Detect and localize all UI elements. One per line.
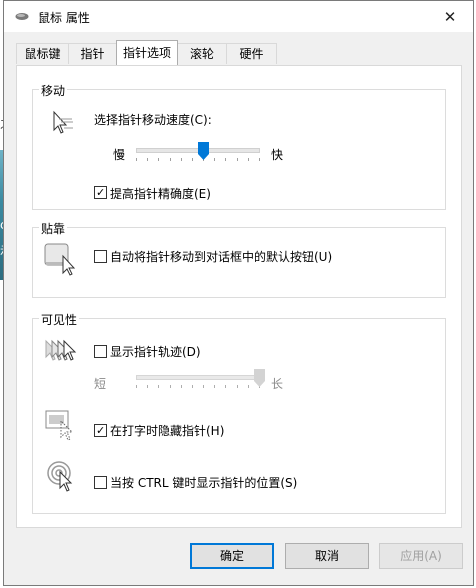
hide-while-typing-label: 在打字时隐藏指针(H) <box>110 424 225 438</box>
pointer-speed-icon <box>53 110 73 134</box>
snap-label: 自动将指针移动到对话框中的默认按钮(U) <box>110 250 333 264</box>
slider-tick <box>158 158 159 161</box>
snap-checkbox[interactable] <box>94 250 107 263</box>
slider-tick <box>147 385 148 388</box>
motion-group-title: 移动 <box>39 82 68 99</box>
slider-tick <box>192 158 193 161</box>
visibility-group-title: 可见性 <box>39 311 80 328</box>
tab-buttons[interactable]: 鼠标键 <box>16 43 69 64</box>
ok-button[interactable]: 确定 <box>190 543 274 569</box>
check-icon: ✓ <box>96 424 106 437</box>
slider-tick <box>225 385 226 388</box>
show-location-label: 当按 CTRL 键时显示指针的位置(S) <box>110 476 298 490</box>
snap-to-icon <box>44 243 76 276</box>
slider-tick <box>158 385 159 388</box>
slider-thumb[interactable] <box>254 369 265 387</box>
precision-label: 提高指针精确度(E) <box>110 187 211 201</box>
slider-tick <box>237 158 238 161</box>
tab-wheel[interactable]: 滚轮 <box>177 43 227 64</box>
slider-tick <box>237 385 238 388</box>
slider-tick <box>214 158 215 161</box>
pointer-speed-slider[interactable] <box>136 142 260 169</box>
slider-thumb[interactable] <box>198 142 209 160</box>
show-location-icon <box>47 461 73 492</box>
pointer-trails-icon <box>45 339 77 361</box>
slider-tick <box>203 385 204 388</box>
cancel-button[interactable]: 取消 <box>285 543 369 569</box>
trail-length-slider[interactable] <box>136 369 265 396</box>
slider-tick <box>248 385 249 388</box>
slider-tick <box>192 385 193 388</box>
mouse-properties-dialog: 鼠标 属性 ✕ 鼠标键 指针 指针选项 滚轮 硬件 移动 选择指针移动速度(C)… <box>3 0 474 586</box>
short-label: 短 <box>94 377 107 391</box>
tab-pointers[interactable]: 指针 <box>68 43 117 64</box>
trails-label: 显示指针轨迹(D) <box>110 345 201 359</box>
trails-checkbox[interactable] <box>94 345 107 358</box>
visibility-group: 可见性 显示指针轨迹(D) 短 长 ✓ 在打字时隐藏指针(H) 当按 CTRL … <box>32 311 446 514</box>
slider-tick <box>136 385 137 388</box>
fast-label: 快 <box>271 148 284 162</box>
hide-pointer-icon <box>45 410 74 441</box>
title-bar[interactable]: 鼠标 属性 ✕ <box>4 1 473 32</box>
tab-pointer-options[interactable]: 指针选项 <box>116 40 178 65</box>
slider-tick <box>147 158 148 161</box>
tab-hardware[interactable]: 硬件 <box>226 43 277 64</box>
slider-tick <box>170 158 171 161</box>
slider-tick <box>136 158 137 161</box>
slider-tick <box>170 385 171 388</box>
slider-tick <box>225 158 226 161</box>
slider-tick <box>259 158 260 161</box>
slow-label: 慢 <box>113 148 126 162</box>
close-icon: ✕ <box>443 7 457 26</box>
motion-group: 移动 选择指针移动速度(C): 慢 快 ✓ 提高指针精确度(E) <box>32 82 446 210</box>
slider-tick <box>181 158 182 161</box>
apply-button[interactable]: 应用(A) <box>379 543 463 569</box>
close-button[interactable]: ✕ <box>427 1 473 32</box>
mouse-icon <box>15 13 29 20</box>
slider-track <box>136 375 260 380</box>
check-icon: ✓ <box>96 186 106 199</box>
show-location-checkbox[interactable] <box>94 476 107 489</box>
snap-group-title: 贴靠 <box>39 220 68 237</box>
slider-tick <box>214 385 215 388</box>
hide-while-typing-checkbox[interactable]: ✓ <box>94 424 107 437</box>
speed-label: 选择指针移动速度(C): <box>94 113 212 127</box>
snap-group: 贴靠 自动将指针移动到对话框中的默认按钮(U) <box>32 220 446 298</box>
window-title: 鼠标 属性 <box>38 11 90 25</box>
long-label: 长 <box>271 377 284 391</box>
slider-tick <box>181 385 182 388</box>
slider-tick <box>248 158 249 161</box>
tab-panel-pointer-options: 移动 选择指针移动速度(C): 慢 快 ✓ 提高指针精确度(E) 贴靠 自动将指… <box>16 65 462 528</box>
precision-checkbox[interactable]: ✓ <box>94 186 107 199</box>
